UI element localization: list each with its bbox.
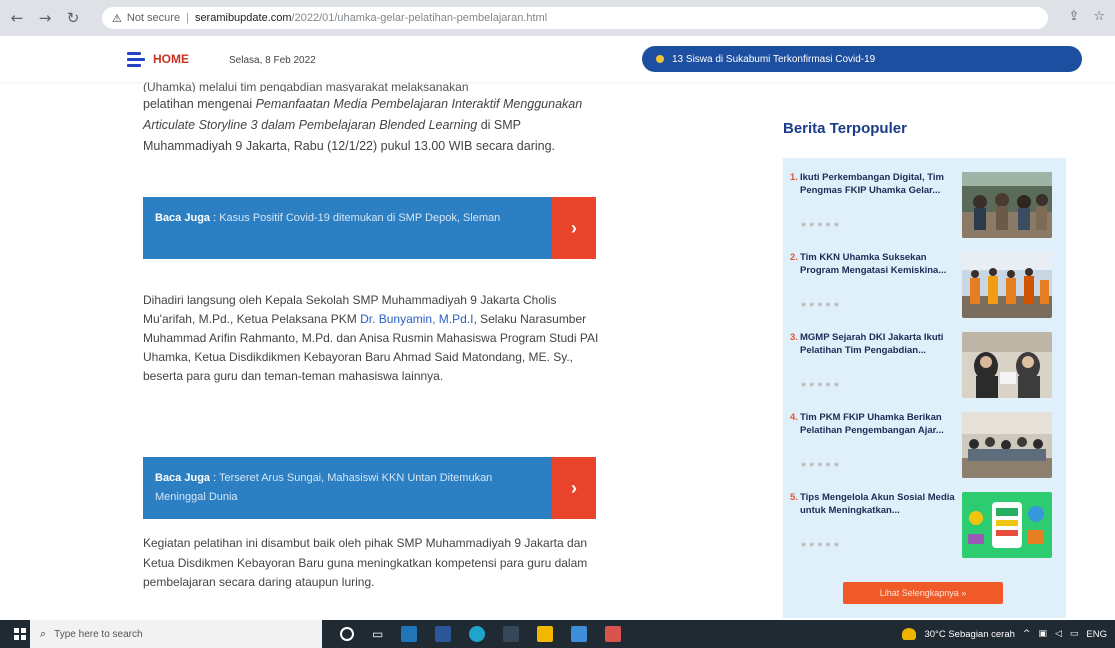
related-article-1-text[interactable]: Baca Juga : Kasus Positif Covid-19 ditem… — [143, 197, 552, 259]
rating-stars: ★★★★★ — [800, 460, 841, 469]
see-more-button[interactable]: Lihat Selengkapnya » — [843, 582, 1003, 604]
ticker-text[interactable]: 13 Siswa di Sukabumi Terkonfirmasi Covid… — [672, 54, 875, 65]
share-icon[interactable]: ⇪ — [1068, 9, 1079, 24]
cortana-icon[interactable] — [340, 627, 354, 641]
warning-icon: ⚠ — [112, 11, 122, 25]
header-date: Selasa, 8 Feb 2022 — [229, 55, 316, 66]
article-paragraph-1: pelatihan mengenai Pemanfaatan Media Pem… — [143, 97, 583, 153]
popular-news-title: Berita Terpopuler — [783, 120, 907, 137]
forward-arrow-icon[interactable]: → — [34, 7, 56, 29]
popular-item[interactable]: 2. Tim KKN Uhamka Suksekan Program Menga… — [790, 252, 1060, 328]
rating-stars: ★★★★★ — [800, 540, 841, 549]
popular-item[interactable]: 1. Ikuti Perkembangan Digital, Tim Pengm… — [790, 172, 1060, 248]
network-icon[interactable]: ▣ — [1038, 629, 1047, 639]
browser-actions: ⇪ ☆ — [1068, 9, 1105, 24]
ticker-bullet-icon — [656, 55, 664, 63]
battery-icon[interactable]: ▭ — [1070, 629, 1079, 639]
popular-item-title[interactable]: Tim KKN Uhamka Suksekan Program Mengatas… — [800, 252, 962, 277]
popular-item-title[interactable]: MGMP Sejarah DKI Jakarta Ikuti Pelatihan… — [800, 332, 962, 357]
word-icon[interactable] — [435, 626, 452, 642]
related-article-2[interactable]: Baca Juga : Terseret Arus Sungai, Mahasi… — [143, 457, 596, 519]
url-host: seramibupdate.com — [194, 12, 292, 24]
site-header: HOME Selasa, 8 Feb 2022 13 Siswa di Suka… — [0, 36, 1115, 82]
popular-item-thumbnail[interactable] — [962, 332, 1052, 398]
language-indicator[interactable]: ENG — [1086, 629, 1107, 640]
weather-text[interactable]: 30°C Sebagian cerah — [924, 629, 1014, 640]
popular-item-thumbnail[interactable] — [962, 172, 1052, 238]
url-path: /2022/01/uhamka-gelar-pelatihan-pembelaj… — [291, 12, 548, 24]
not-secure-label: Not secure — [126, 12, 181, 24]
windows-taskbar: ⌕ Type here to search ▭ 30°C Sebagian ce… — [0, 620, 1115, 648]
chevron-right-icon[interactable]: › — [552, 457, 596, 519]
article-body: (Uhamka) melalui tim pengabdian masyarak… — [143, 82, 603, 157]
windows-start-icon[interactable] — [14, 628, 26, 640]
search-placeholder: Type here to search — [54, 628, 143, 640]
back-arrow-icon[interactable]: ← — [6, 7, 28, 29]
address-bar[interactable]: ⚠ Not secure | seramibupdate.com /2022/0… — [102, 7, 1048, 29]
volume-icon[interactable]: ◁ — [1055, 629, 1062, 639]
browser-toolbar: ← → ↻ ⚠ Not secure | seramibupdate.com /… — [0, 0, 1115, 36]
rating-stars: ★★★★★ — [800, 380, 841, 389]
popular-item-thumbnail[interactable] — [962, 412, 1052, 478]
popular-item-thumbnail[interactable] — [962, 492, 1052, 558]
store-icon[interactable] — [571, 626, 588, 642]
file-explorer-icon[interactable] — [401, 626, 418, 642]
reload-icon[interactable]: ↻ — [62, 7, 84, 29]
chevron-right-icon[interactable]: › — [552, 197, 596, 259]
related-article-2-text[interactable]: Baca Juga : Terseret Arus Sungai, Mahasi… — [143, 457, 552, 519]
news-ticker[interactable]: 13 Siswa di Sukabumi Terkonfirmasi Covid… — [642, 46, 1082, 72]
popular-item-title[interactable]: Ikuti Perkembangan Digital, Tim Pengmas … — [800, 172, 962, 197]
popular-item-title[interactable]: Tim PKM FKIP Uhamka Berikan Pelatihan Pe… — [800, 412, 962, 437]
url-separator: | — [186, 12, 189, 24]
menu-icon[interactable] — [127, 50, 147, 68]
popular-item[interactable]: 5. Tips Mengelola Akun Sosial Media untu… — [790, 492, 1060, 568]
weather-icon[interactable] — [902, 628, 917, 640]
home-link[interactable]: HOME — [127, 50, 189, 68]
edge-icon[interactable] — [469, 626, 486, 642]
article-paragraph-3: Kegiatan pelatihan ini disambut baik ole… — [143, 536, 588, 589]
rating-stars: ★★★★★ — [800, 300, 841, 309]
taskbar-apps: ▭ — [330, 620, 622, 648]
taskbar-search-input[interactable]: ⌕ Type here to search — [30, 620, 322, 648]
related-article-1[interactable]: Baca Juga : Kasus Positif Covid-19 ditem… — [143, 197, 596, 259]
search-icon: ⌕ — [40, 627, 47, 640]
popular-item[interactable]: 4. Tim PKM FKIP Uhamka Berikan Pelatihan… — [790, 412, 1060, 488]
task-view-icon[interactable]: ▭ — [372, 627, 383, 641]
system-tray: 30°C Sebagian cerah ^ ▣ ◁ ▭ ENG — [902, 620, 1107, 648]
author-link[interactable]: Dr. Bunyamin, M.Pd.I — [360, 312, 473, 326]
bookmark-star-icon[interactable]: ☆ — [1093, 9, 1105, 24]
tray-chevron-icon[interactable]: ^ — [1023, 629, 1031, 639]
chrome-icon[interactable] — [605, 626, 622, 642]
rating-stars: ★★★★★ — [800, 220, 841, 229]
popular-item[interactable]: 3. MGMP Sejarah DKI Jakarta Ikuti Pelati… — [790, 332, 1060, 408]
article-cut-line: (Uhamka) melalui tim pengabdian masyarak… — [143, 82, 469, 92]
popular-item-title[interactable]: Tips Mengelola Akun Sosial Media untuk M… — [800, 492, 962, 517]
article-paragraph-2: Dihadiri langsung oleh Kepala Sekolah SM… — [143, 293, 599, 383]
folder-icon[interactable] — [537, 626, 554, 642]
app-icon[interactable] — [503, 626, 520, 642]
popular-item-thumbnail[interactable] — [962, 252, 1052, 318]
home-label[interactable]: HOME — [153, 52, 189, 66]
